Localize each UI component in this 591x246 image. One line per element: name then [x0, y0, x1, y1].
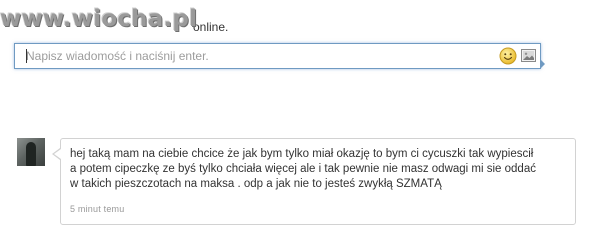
input-pointer-arrow	[540, 59, 545, 69]
comment-line: hej taką mam na ciebie chcice że jak bym…	[70, 148, 534, 160]
comment-line: w takich pieszczotach na maksa . odp a j…	[70, 178, 442, 190]
avatar-figure	[26, 142, 36, 166]
chat-input-box[interactable]	[14, 43, 541, 69]
comment-line: a potem cipeczkę ze byś tylko chciała wi…	[70, 163, 536, 175]
message-input[interactable]	[16, 45, 486, 67]
comment-bubble: hej taką mam na ciebie chcice że jak bym…	[60, 138, 576, 225]
comment-timestamp: 5 minut temu	[70, 204, 125, 214]
smiley-icon[interactable]	[499, 47, 517, 65]
comment-text: hej taką mam na ciebie chcice że jak bym…	[70, 147, 570, 192]
image-icon[interactable]	[521, 49, 536, 62]
watermark: www.wiocha.pl	[0, 6, 198, 32]
avatar[interactable]	[17, 138, 45, 166]
text-caret	[26, 49, 27, 63]
bubble-arrow-fill	[54, 149, 61, 159]
status-text: online.	[193, 20, 229, 34]
